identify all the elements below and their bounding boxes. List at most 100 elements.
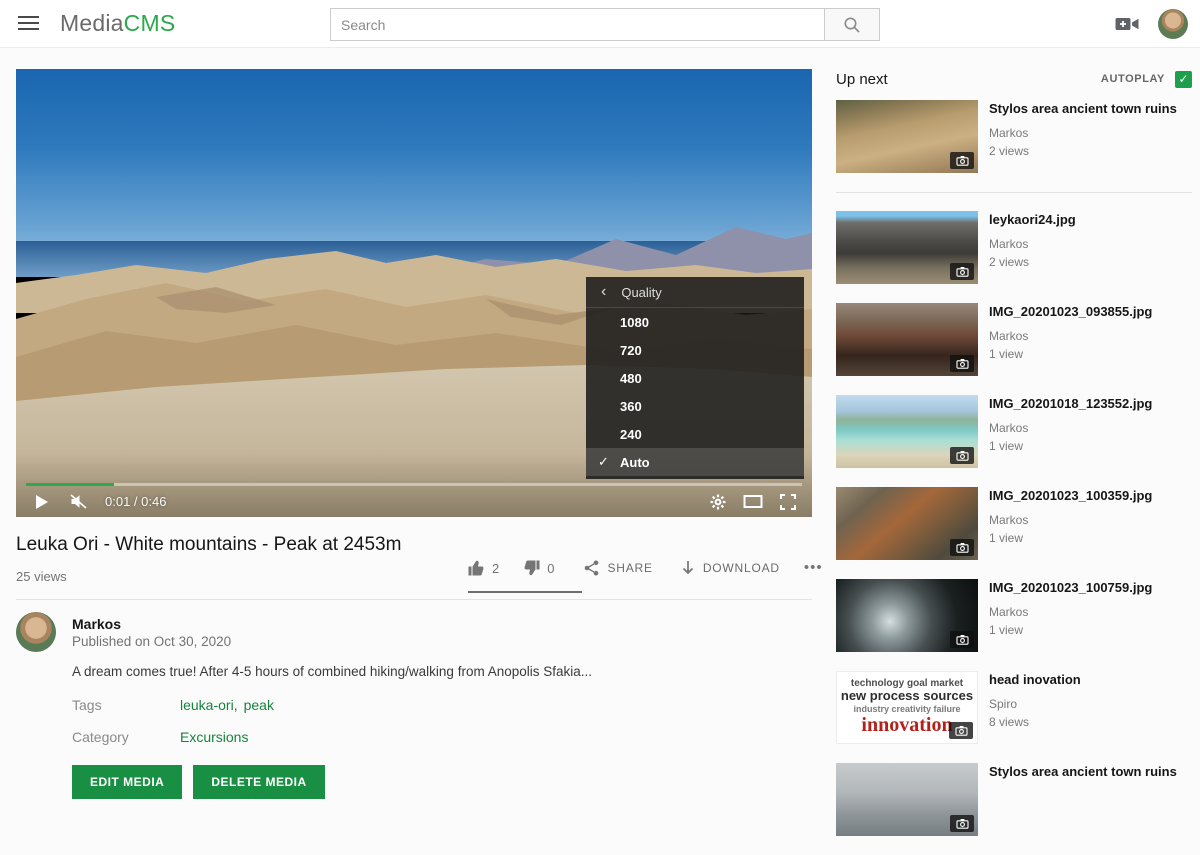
- tags-value: leuka-ori, peak: [180, 697, 274, 713]
- author-avatar[interactable]: [16, 612, 56, 652]
- menu-icon[interactable]: [18, 16, 39, 31]
- category-link[interactable]: Excursions: [180, 729, 248, 745]
- fullscreen-button[interactable]: [780, 494, 796, 510]
- tag-link-peak[interactable]: peak: [244, 697, 274, 713]
- quality-option-auto[interactable]: ✓Auto: [586, 448, 804, 476]
- user-avatar[interactable]: [1158, 9, 1188, 39]
- theater-mode-button[interactable]: [743, 494, 763, 509]
- item-info: IMG_20201018_123552.jpg Markos 1 view: [989, 395, 1152, 468]
- item-author: Markos: [989, 421, 1152, 435]
- thumbnail-type-badge: [950, 263, 974, 280]
- author-name[interactable]: Markos: [72, 616, 121, 632]
- play-button[interactable]: [36, 495, 48, 509]
- media-buttons: EDIT MEDIA DELETE MEDIA: [72, 765, 325, 799]
- item-title: IMG_20201023_093855.jpg: [989, 304, 1152, 321]
- mute-button[interactable]: [70, 494, 89, 509]
- quality-option-label: 720: [620, 343, 642, 358]
- item-views: 1 view: [989, 439, 1152, 453]
- like-button[interactable]: 2: [468, 560, 499, 576]
- category-label: Category: [72, 729, 129, 745]
- thumbs-up-icon: [468, 560, 485, 576]
- item-title: head inovation: [989, 672, 1081, 689]
- quality-options: 1080 720 480360 240 ✓Auto: [586, 308, 804, 476]
- search-button[interactable]: [824, 8, 880, 41]
- logo-cms-text: CMS: [124, 10, 176, 36]
- item-info: head inovation Spiro 8 views: [989, 671, 1081, 744]
- media-thumbnail[interactable]: technology goal marketnew process source…: [836, 671, 978, 744]
- item-info: Stylos area ancient town ruins Markos 2 …: [989, 100, 1177, 173]
- video-description: A dream comes true! After 4-5 hours of c…: [72, 664, 712, 679]
- quality-menu: ‹ Quality 1080 720 480360 240 ✓Auto: [586, 277, 804, 479]
- published-date: Published on Oct 30, 2020: [72, 634, 231, 649]
- item-info: IMG_20201023_093855.jpg Markos 1 view: [989, 303, 1152, 376]
- download-arrow-icon: [681, 560, 695, 576]
- up-next-item[interactable]: IMG_20201023_093855.jpg Markos 1 view: [836, 303, 1192, 376]
- up-next-item[interactable]: leykaori24.jpg Markos 2 views: [836, 211, 1192, 284]
- quality-option-720[interactable]: 720: [586, 336, 804, 364]
- settings-button[interactable]: [710, 494, 726, 510]
- quality-option-label: 240: [620, 427, 642, 442]
- more-options-button[interactable]: •••: [804, 565, 823, 571]
- camera-icon: [956, 542, 969, 553]
- media-thumbnail[interactable]: [836, 100, 978, 173]
- up-next-item[interactable]: Stylos area ancient town ruins Markos 2 …: [836, 100, 1192, 173]
- thumbs-down-icon: [523, 560, 540, 576]
- logo[interactable]: MediaCMS: [60, 10, 175, 37]
- up-next-item[interactable]: Stylos area ancient town ruins: [836, 763, 1192, 836]
- tag-link-leuka-ori[interactable]: leuka-ori: [180, 697, 234, 713]
- video-player[interactable]: ‹ Quality 1080 720 480360 240 ✓Auto 0:01 / 0…: [16, 69, 812, 517]
- autoplay-checkbox[interactable]: ✓: [1175, 71, 1192, 88]
- item-author: Spiro: [989, 697, 1081, 711]
- camera-icon: [956, 818, 969, 829]
- quality-option-480[interactable]: 480: [586, 364, 804, 392]
- back-chevron-icon[interactable]: ‹: [601, 284, 606, 300]
- up-next-item[interactable]: IMG_20201023_100759.jpg Markos 1 view: [836, 579, 1192, 652]
- up-next-item[interactable]: technology goal marketnew process source…: [836, 671, 1192, 744]
- thumbnail-word-cloud-text: industry creativity failure: [853, 704, 960, 714]
- quality-option-240[interactable]: 240: [586, 420, 804, 448]
- item-author: Markos: [989, 513, 1152, 527]
- player-controls: 0:01 / 0:46: [16, 486, 812, 517]
- media-thumbnail[interactable]: [836, 395, 978, 468]
- quality-option-1080[interactable]: 1080: [586, 308, 804, 336]
- up-next-header: Up next AUTOPLAY ✓: [836, 64, 1192, 94]
- item-title: IMG_20201023_100759.jpg: [989, 580, 1152, 597]
- item-views: 1 view: [989, 531, 1152, 545]
- autoplay-label: AUTOPLAY: [1101, 73, 1165, 85]
- item-author: Markos: [989, 329, 1152, 343]
- dislike-button[interactable]: 0: [523, 560, 554, 576]
- media-thumbnail[interactable]: [836, 211, 978, 284]
- search-bar: [330, 8, 880, 41]
- up-next-divider: [836, 192, 1192, 193]
- thumbnail-type-badge: [950, 815, 974, 832]
- thumbnail-type-badge: [950, 631, 974, 648]
- upload-media-button[interactable]: [1112, 13, 1142, 35]
- tag-separator: ,: [234, 697, 238, 713]
- autoplay-control: AUTOPLAY ✓: [1101, 71, 1192, 88]
- media-thumbnail[interactable]: [836, 579, 978, 652]
- item-views: 1 view: [989, 347, 1152, 361]
- quality-option-360[interactable]: 360: [586, 392, 804, 420]
- action-bar: 2 0 SHARE DOWNLOAD •••: [468, 560, 823, 576]
- fullscreen-icon: [780, 494, 796, 510]
- share-button[interactable]: SHARE: [584, 560, 652, 576]
- item-title: Stylos area ancient town ruins: [989, 101, 1177, 118]
- media-thumbnail[interactable]: [836, 487, 978, 560]
- upnext-list: Stylos area ancient town ruins Markos 2 …: [836, 100, 1192, 836]
- media-thumbnail[interactable]: [836, 763, 978, 836]
- edit-media-button[interactable]: EDIT MEDIA: [72, 765, 182, 799]
- share-icon: [584, 560, 599, 576]
- video-title: Leuka Ori - White mountains - Peak at 24…: [16, 534, 401, 556]
- quality-menu-title: Quality: [621, 285, 661, 300]
- up-next-item[interactable]: IMG_20201023_100359.jpg Markos 1 view: [836, 487, 1192, 560]
- download-button[interactable]: DOWNLOAD: [681, 560, 780, 576]
- up-next-item[interactable]: IMG_20201018_123552.jpg Markos 1 view: [836, 395, 1192, 468]
- media-thumbnail[interactable]: [836, 303, 978, 376]
- item-author: Markos: [989, 237, 1076, 251]
- delete-media-button[interactable]: DELETE MEDIA: [193, 765, 324, 799]
- quality-menu-header: ‹ Quality: [586, 277, 804, 308]
- search-input[interactable]: [330, 8, 825, 41]
- like-dislike-underline: [468, 591, 582, 593]
- item-title: IMG_20201023_100359.jpg: [989, 488, 1152, 505]
- share-label: SHARE: [607, 561, 652, 575]
